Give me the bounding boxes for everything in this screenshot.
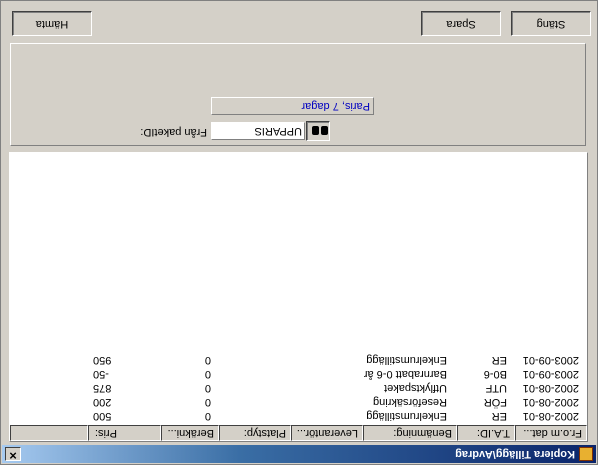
title-bar: Kopiera Tillägg\Avdrag ✕ bbox=[2, 445, 596, 463]
table-row[interactable]: 2002-08-01 UTF Utflyktspaket 0 875 bbox=[10, 381, 587, 395]
cell-calculation: 0 bbox=[204, 382, 211, 394]
app-icon bbox=[579, 447, 593, 461]
column-header-ta-id[interactable]: T.A.ID: bbox=[457, 425, 515, 441]
cell-ta-id: FÖR bbox=[483, 396, 507, 408]
column-header-filler bbox=[10, 425, 88, 441]
cell-ta-id: ER bbox=[491, 410, 507, 422]
column-header-from-date[interactable]: Fr.o.m dat... bbox=[515, 425, 587, 441]
table-row[interactable]: 2002-08-01 ER Enkelrumstillägg 0 500 bbox=[10, 409, 587, 423]
cell-ta-id: ER bbox=[491, 354, 507, 366]
cell-name: Enkelrumstillägg bbox=[366, 354, 447, 366]
cell-price: 200 bbox=[93, 396, 112, 408]
cell-calculation: 0 bbox=[204, 354, 211, 366]
additions-list[interactable]: Fr.o.m dat... T.A.ID: Benämning: Leveran… bbox=[9, 152, 588, 442]
copy-additions-window: Kopiera Tillägg\Avdrag ✕ Fr.o.m dat... T… bbox=[0, 0, 598, 465]
close-button[interactable]: Stäng bbox=[511, 11, 591, 36]
cell-price: 950 bbox=[93, 354, 112, 366]
cell-from-date: 2002-08-01 bbox=[522, 382, 579, 394]
column-header-name[interactable]: Benämning: bbox=[363, 425, 457, 441]
table-row[interactable]: 2002-08-01 FÖR Reseförsäkring 0 200 bbox=[10, 395, 587, 409]
cell-ta-id: B0-6 bbox=[483, 368, 507, 380]
list-header: Fr.o.m dat... T.A.ID: Benämning: Leveran… bbox=[10, 425, 587, 441]
cell-calculation: 0 bbox=[204, 396, 211, 408]
binoculars-icon bbox=[311, 124, 329, 138]
cell-name: Enkelrumstillägg bbox=[366, 410, 447, 422]
cell-calculation: 0 bbox=[204, 410, 211, 422]
search-package-button[interactable] bbox=[306, 121, 330, 141]
cell-price: 500 bbox=[93, 410, 112, 422]
cell-price: -50 bbox=[93, 368, 109, 380]
cell-calculation: 0 bbox=[204, 368, 211, 380]
table-row[interactable]: 2003-09-01 B0-6 Barnrabatt 0-6 år 0 -50 bbox=[10, 367, 587, 381]
cell-name: Barnrabatt 0-6 år bbox=[363, 368, 447, 380]
save-button[interactable]: Spara bbox=[421, 11, 501, 36]
column-header-calculation[interactable]: Beräkni... bbox=[161, 425, 219, 441]
column-header-supplier[interactable]: Leverantör... bbox=[291, 425, 363, 441]
table-row[interactable]: 2003-09-01 ER Enkelrumstillägg 0 950 bbox=[10, 353, 587, 367]
cell-price: 875 bbox=[93, 382, 112, 394]
package-id-input[interactable]: UPPARIS bbox=[211, 122, 305, 140]
cell-ta-id: UTF bbox=[485, 382, 507, 394]
package-name-field: Paris, 7 dagar bbox=[211, 97, 374, 115]
fetch-button[interactable]: Hämta bbox=[12, 11, 92, 36]
cell-from-date: 2003-09-01 bbox=[522, 354, 579, 366]
cell-name: Utflyktspaket bbox=[384, 382, 447, 394]
cell-from-date: 2002-08-01 bbox=[522, 396, 579, 408]
close-icon[interactable]: ✕ bbox=[5, 447, 21, 461]
cell-name: Reseförsäkring bbox=[373, 396, 447, 408]
package-id-label: Från paketID: bbox=[140, 126, 207, 138]
cell-from-date: 2003-09-01 bbox=[522, 368, 579, 380]
column-header-seat-type[interactable]: Platstyp: bbox=[219, 425, 291, 441]
window-title: Kopiera Tillägg\Avdrag bbox=[455, 448, 575, 460]
cell-from-date: 2002-08-01 bbox=[522, 410, 579, 422]
column-header-price[interactable]: Pris: bbox=[88, 425, 161, 441]
package-panel: UPPARIS Från paketID: Paris, 7 dagar bbox=[10, 43, 586, 146]
